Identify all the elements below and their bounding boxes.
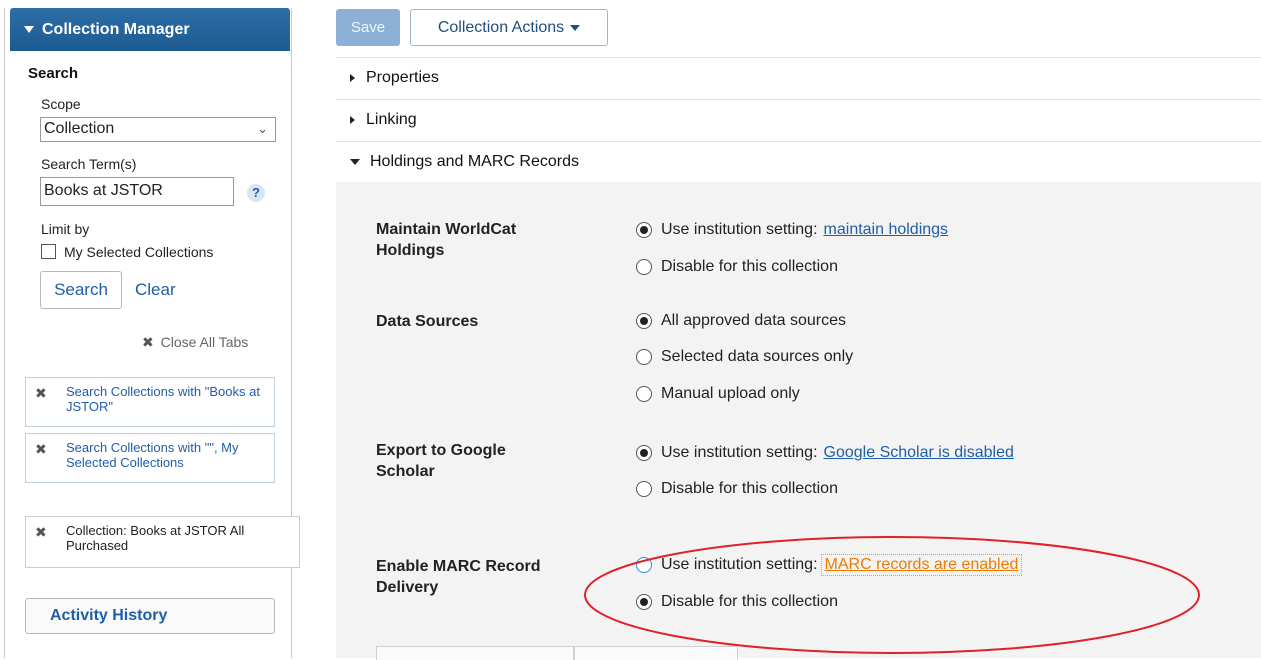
save-button[interactable]: Save <box>336 9 400 46</box>
marc-delivery-label: Enable MARC Record Delivery <box>376 558 541 596</box>
radio-button[interactable] <box>636 386 652 402</box>
collection-manager-sidebar: Collection Manager Search Scope Collecti… <box>0 0 300 658</box>
close-tab-icon[interactable]: ✖ <box>35 525 47 540</box>
search-tab-label: Search Collections with "", My Selected … <box>66 440 239 470</box>
collection-manager-title: Collection Manager <box>42 20 190 38</box>
panel-linking[interactable]: Linking <box>336 99 1261 139</box>
expand-triangle-icon <box>350 73 355 82</box>
my-selected-collections-checkbox[interactable] <box>41 244 56 259</box>
data-sources-option-manual[interactable]: Manual upload only <box>636 383 800 405</box>
option-text: Disable for this collection <box>661 593 838 610</box>
panel-properties-label: Properties <box>366 68 439 86</box>
collection-actions-dropdown[interactable]: Collection Actions <box>410 9 608 46</box>
search-tab-card[interactable]: ✖ Search Collections with "Books at JSTO… <box>25 377 275 427</box>
chevron-down-icon: ⌄ <box>257 121 268 136</box>
help-icon[interactable]: ? <box>247 184 265 202</box>
maintain-holdings-link[interactable]: maintain holdings <box>824 221 949 239</box>
worldcat-holdings-label: Maintain WorldCat Holdings <box>376 221 517 259</box>
scholar-option-disable[interactable]: Disable for this collection <box>636 478 838 500</box>
scope-select-value: Collection <box>44 120 115 137</box>
caret-down-icon <box>570 24 581 31</box>
close-all-tabs-link[interactable]: ✖ Close All Tabs <box>142 334 248 351</box>
google-scholar-status-link[interactable]: Google Scholar is disabled <box>824 444 1014 462</box>
close-all-tabs-label: Close All Tabs <box>160 334 249 350</box>
search-term-label: Search Term(s) <box>41 156 137 172</box>
bottom-tabs <box>376 646 738 660</box>
search-term-input[interactable]: Books at JSTOR <box>40 177 234 206</box>
close-tab-icon[interactable]: ✖ <box>35 442 47 457</box>
google-scholar-label: Export to Google Scholar <box>376 442 506 480</box>
scope-label: Scope <box>41 96 81 112</box>
radio-button[interactable] <box>636 349 652 365</box>
close-tab-icon[interactable]: ✖ <box>35 386 47 401</box>
radio-button[interactable] <box>636 222 652 238</box>
panel-holdings-marc-label: Holdings and MARC Records <box>370 152 579 170</box>
worldcat-option-institution[interactable]: Use institution setting: maintain holdin… <box>636 219 948 241</box>
collection-actions-label: Collection Actions <box>437 18 565 36</box>
scope-select[interactable]: Collection ⌄ <box>40 117 276 142</box>
search-button[interactable]: Search <box>40 271 122 309</box>
option-text: Use institution setting: <box>661 444 818 461</box>
marc-records-status-link[interactable]: MARC records are enabled <box>820 554 1023 576</box>
scholar-option-institution[interactable]: Use institution setting: Google Scholar … <box>636 442 1014 464</box>
option-text: Manual upload only <box>661 385 800 402</box>
radio-button[interactable] <box>636 313 652 329</box>
option-text: Disable for this collection <box>661 480 838 497</box>
panel-linking-label: Linking <box>366 110 417 128</box>
collection-tab-label: Collection: Books at JSTOR All Purchased <box>66 523 245 553</box>
panel-properties[interactable]: Properties <box>336 57 1261 97</box>
data-sources-label: Data Sources <box>376 313 479 330</box>
search-section-title: Search <box>28 65 79 82</box>
option-text: Use institution setting: <box>661 221 818 238</box>
radio-button[interactable] <box>636 445 652 461</box>
limit-by-label: Limit by <box>41 221 90 237</box>
radio-button[interactable] <box>636 259 652 275</box>
radio-button[interactable] <box>636 594 652 610</box>
search-tab-label: Search Collections with "Books at JSTOR" <box>66 384 260 414</box>
option-text: Disable for this collection <box>661 258 838 275</box>
collapse-triangle-icon <box>350 158 360 165</box>
my-selected-collections-label: My Selected Collections <box>64 244 214 260</box>
collection-tab-card[interactable]: ✖ Collection: Books at JSTOR All Purchas… <box>25 516 300 568</box>
activity-history-button[interactable]: Activity History <box>25 598 275 634</box>
marc-option-disable[interactable]: Disable for this collection <box>636 591 838 613</box>
panel-holdings-marc[interactable]: Holdings and MARC Records <box>336 141 1261 181</box>
collapse-triangle-icon <box>24 26 34 33</box>
worldcat-option-disable[interactable]: Disable for this collection <box>636 256 838 278</box>
radio-button[interactable] <box>636 481 652 497</box>
search-tab-card[interactable]: ✖ Search Collections with "", My Selecte… <box>25 433 275 483</box>
collection-manager-header[interactable]: Collection Manager <box>10 8 290 51</box>
option-text: All approved data sources <box>661 312 846 329</box>
radio-button[interactable] <box>636 557 652 573</box>
data-sources-option-all[interactable]: All approved data sources <box>636 310 846 332</box>
expand-triangle-icon <box>350 115 355 124</box>
option-text: Use institution setting: <box>661 556 818 573</box>
close-icon: ✖ <box>142 334 154 350</box>
option-text: Selected data sources only <box>661 348 854 365</box>
marc-option-institution[interactable]: Use institution setting: MARC records ar… <box>636 554 1023 576</box>
data-sources-option-selected[interactable]: Selected data sources only <box>636 346 853 368</box>
clear-link[interactable]: Clear <box>135 280 176 300</box>
